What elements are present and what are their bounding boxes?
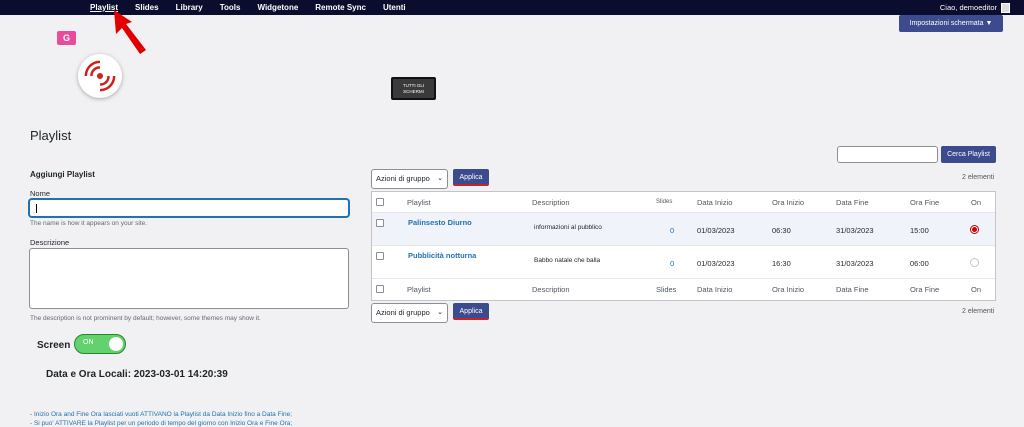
col-on: On (971, 198, 982, 207)
table-row[interactable]: Palinsesto Diurno informazioni al pubbli… (372, 213, 995, 246)
description-label: Descrizione (30, 238, 70, 247)
chevron-down-icon: ⌄ (437, 175, 443, 182)
name-hint: The name is how it appears on your site. (30, 220, 148, 227)
table-footer: Playlist Description Slides Data Inizio … (372, 279, 995, 300)
col-description-footer[interactable]: Description (532, 285, 570, 294)
local-datetime: Data e Ora Locali: 2023-03-01 14:20:39 (46, 369, 228, 380)
screen-label: Screen (37, 340, 71, 351)
select-all-checkbox[interactable] (376, 198, 384, 206)
col-data-fine-footer: Data Fine (836, 285, 869, 294)
col-ora-fine: Ora Fine (910, 198, 940, 207)
col-slides[interactable]: Slides (656, 199, 672, 205)
playlist-table: Playlist Description Slides Data Inizio … (371, 191, 996, 301)
row-data-inizio: 01/03/2023 (697, 226, 735, 235)
nav-utenti[interactable]: Utenti (383, 0, 406, 15)
col-slides-footer[interactable]: Slides (656, 285, 676, 294)
nav-widgetone[interactable]: Widgetone (257, 0, 298, 15)
col-description[interactable]: Description (532, 198, 570, 207)
bulk-actions-label: Azioni di gruppo (376, 174, 430, 183)
nav-library[interactable]: Library (176, 0, 203, 15)
row-description: informazioni al pubblico (534, 224, 602, 231)
apply-button-bottom[interactable]: Applica (453, 303, 489, 320)
add-playlist-heading: Aggiungi Playlist (30, 170, 95, 179)
col-data-inizio-footer: Data Inizio (697, 285, 733, 294)
brand-logo: G (57, 31, 76, 45)
row-checkbox[interactable] (376, 219, 384, 227)
select-all-checkbox-footer[interactable] (376, 285, 384, 293)
table-row[interactable]: Pubblicità notturna Babbo natale che bal… (372, 246, 995, 279)
col-on-footer: On (971, 285, 982, 294)
name-field[interactable] (29, 199, 349, 217)
row-slides[interactable]: 0 (670, 259, 674, 268)
user-greeting[interactable]: Ciao, demoeditor (940, 0, 1010, 15)
note-line-2: - Si puo' ATTIVARE la Playlist per un pe… (30, 420, 293, 427)
note-line-1: - Inizio Ora and Fine Ora lasciati vuoti… (30, 411, 293, 418)
toggle-knob (109, 337, 123, 351)
row-description: Babbo natale che balla (534, 257, 601, 264)
search-playlist-input[interactable] (837, 146, 938, 163)
logo-letter: G (62, 33, 70, 43)
bulk-actions-select-bottom[interactable]: Azioni di gruppo ⌄ (371, 303, 448, 323)
col-ora-fine-footer: Ora Fine (910, 285, 940, 294)
bulk-actions-label: Azioni di gruppo (376, 308, 430, 317)
on-radio[interactable] (970, 258, 979, 267)
broadcast-icon[interactable] (78, 54, 122, 98)
col-ora-inizio: Ora Inizio (772, 198, 805, 207)
col-data-inizio: Data Inizio (697, 198, 733, 207)
annotation-arrow-icon (114, 10, 146, 54)
apply-button-top[interactable]: Applica (453, 169, 489, 186)
row-data-fine: 31/03/2023 (836, 226, 874, 235)
screen-options-button[interactable]: Impostazioni schermata ▼ (899, 15, 1003, 32)
item-count-bottom: 2 elementi (962, 308, 995, 315)
nav-remote-sync[interactable]: Remote Sync (315, 0, 366, 15)
row-data-inizio: 01/03/2023 (697, 259, 735, 268)
toggle-state-text: ON (83, 339, 94, 346)
text-caret (36, 204, 37, 213)
col-ora-inizio-footer: Ora Inizio (772, 285, 805, 294)
bulk-actions-select-top[interactable]: Azioni di gruppo ⌄ (371, 169, 448, 189)
nav-tools[interactable]: Tools (220, 0, 241, 15)
row-data-fine: 31/03/2023 (836, 259, 874, 268)
table-header: Playlist Description Slides Data Inizio … (372, 192, 995, 213)
col-playlist[interactable]: Playlist (407, 198, 431, 207)
row-playlist-name[interactable]: Palinsesto Diurno (408, 218, 472, 227)
row-slides[interactable]: 0 (670, 226, 674, 235)
row-ora-inizio: 16:30 (772, 259, 791, 268)
row-checkbox[interactable] (376, 252, 384, 260)
search-playlist-button[interactable]: Cerca Playlist (941, 146, 996, 163)
description-hint: The description is not prominent by defa… (30, 315, 261, 322)
row-ora-fine: 15:00 (910, 226, 929, 235)
chevron-down-icon: ⌄ (437, 309, 443, 316)
name-label: Nome (30, 189, 51, 198)
col-data-fine: Data Fine (836, 198, 869, 207)
col-playlist-footer[interactable]: Playlist (407, 285, 431, 294)
greeting-text: Ciao, demoeditor (939, 3, 997, 12)
all-screens-button[interactable]: TUTTI GLI SCHERMI (391, 77, 436, 100)
page-title: Playlist (30, 128, 72, 143)
item-count-top: 2 elementi (962, 174, 995, 181)
description-field[interactable] (29, 248, 349, 309)
screen-toggle[interactable]: ON (74, 334, 126, 354)
row-ora-fine: 06:00 (910, 259, 929, 268)
row-playlist-name[interactable]: Pubblicità notturna (408, 251, 476, 260)
row-ora-inizio: 06:30 (772, 226, 791, 235)
on-radio[interactable] (970, 225, 979, 234)
avatar (1001, 2, 1010, 13)
